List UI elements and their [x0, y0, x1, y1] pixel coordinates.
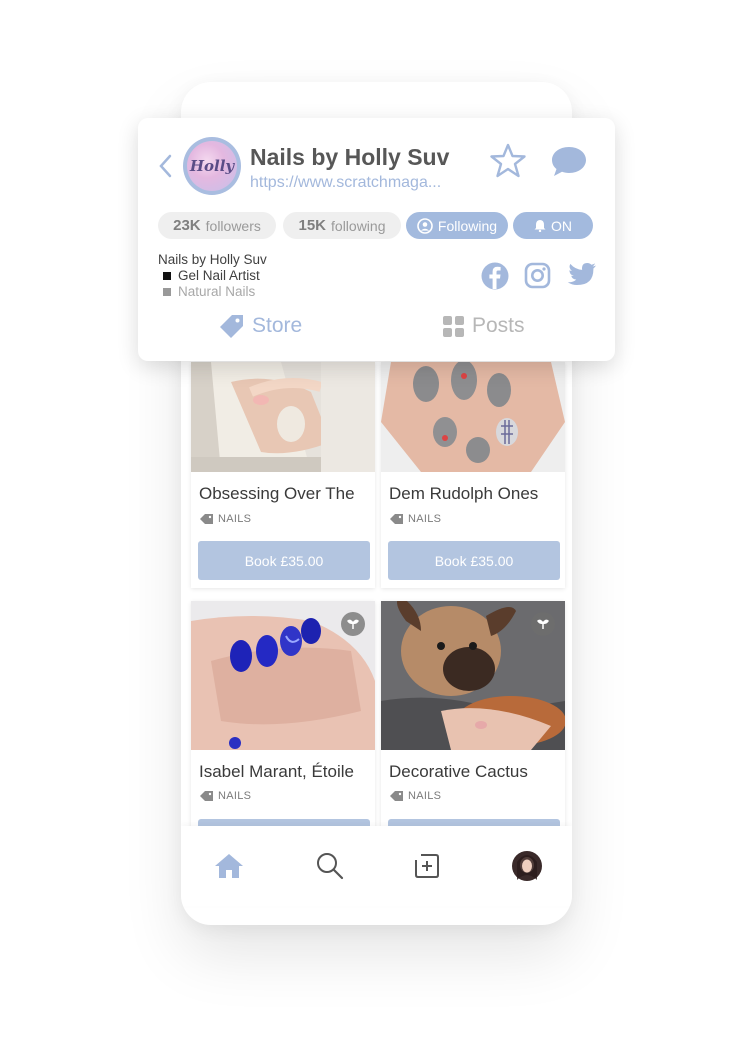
product-card[interactable]: Decorative Cactus NAILS	[381, 601, 565, 858]
tab-label: Posts	[472, 314, 525, 337]
product-title: Obsessing Over The	[199, 484, 355, 503]
following-stat[interactable]: 15K following	[283, 212, 401, 239]
tag-icon	[390, 514, 403, 524]
instagram-link[interactable]	[524, 262, 551, 294]
product-card[interactable]: Obsessing Over The NAILS Book £35.00	[191, 362, 375, 588]
message-button[interactable]	[550, 145, 588, 184]
bio-line: Gel Nail Artist	[178, 268, 260, 283]
facebook-link[interactable]	[481, 262, 509, 295]
notify-toggle[interactable]: ON	[513, 212, 593, 239]
product-tag: NAILS	[200, 513, 251, 525]
bio-line: Natural Nails	[178, 284, 256, 299]
product-card[interactable]: Isabel Marant, Étoile NAILS	[191, 601, 375, 858]
product-tag: NAILS	[390, 790, 441, 802]
product-tag-label: NAILS	[218, 513, 252, 525]
user-check-icon	[417, 217, 433, 234]
product-photo[interactable]	[191, 362, 375, 472]
product-tag-label: NAILS	[408, 790, 442, 802]
product-tag: NAILS	[200, 790, 251, 802]
notify-label: ON	[551, 217, 572, 234]
tag-icon	[200, 791, 213, 801]
profile-url[interactable]: https://www.scratchmaga...	[250, 174, 482, 192]
following-button-label: Following	[437, 217, 498, 234]
profile-bio: Nails by Holly Suv Gel Nail Artist Natur…	[158, 252, 267, 300]
chat-bubble-icon	[552, 147, 586, 176]
nav-home[interactable]	[211, 848, 247, 884]
add-post-icon	[415, 854, 439, 878]
bio-list-item: Natural Nails	[163, 284, 267, 300]
featured-badge-icon	[531, 612, 555, 636]
facebook-icon	[481, 262, 509, 290]
product-photo[interactable]	[381, 601, 565, 750]
tab-store[interactable]: Store	[220, 314, 302, 338]
chevron-left-icon	[159, 154, 172, 178]
profile-avatar	[512, 851, 542, 881]
product-tag-label: NAILS	[218, 790, 252, 802]
tag-icon	[220, 315, 243, 338]
profile-header: Holly Nails by Holly Suv https://www.scr…	[138, 118, 615, 361]
avatar-logo-text: Holly	[189, 157, 235, 175]
bell-icon	[534, 220, 546, 232]
tab-label: Store	[252, 314, 303, 337]
following-button[interactable]: Following	[406, 212, 508, 239]
instagram-icon	[524, 262, 551, 289]
bio-line: Nails by Holly Suv	[158, 252, 267, 267]
nav-profile[interactable]	[509, 848, 545, 884]
nav-search[interactable]	[312, 848, 348, 884]
product-title: Isabel Marant, Étoile	[199, 762, 354, 781]
back-button[interactable]	[158, 154, 172, 183]
twitter-link[interactable]	[567, 262, 597, 293]
product-photo[interactable]	[381, 362, 565, 472]
bottom-navigation	[181, 826, 572, 906]
grid-icon	[443, 315, 464, 337]
bio-list-item: Gel Nail Artist	[163, 268, 267, 284]
followers-label: followers	[205, 217, 261, 234]
twitter-icon	[567, 263, 596, 285]
book-button[interactable]: Book £35.00	[198, 541, 370, 580]
bullet-icon	[163, 288, 171, 296]
home-icon	[215, 854, 243, 878]
product-photo[interactable]	[191, 601, 375, 750]
tag-icon	[200, 514, 213, 524]
product-title: Dem Rudolph Ones	[389, 484, 539, 503]
followers-count: 23K	[173, 217, 201, 234]
profile-avatar[interactable]: Holly	[183, 137, 241, 195]
book-button[interactable]: Book £35.00	[388, 541, 560, 580]
product-tag-label: NAILS	[408, 513, 442, 525]
tag-icon	[390, 791, 403, 801]
tab-posts[interactable]: Posts	[443, 314, 525, 338]
following-label: following	[331, 217, 386, 234]
following-count: 15K	[298, 217, 327, 234]
star-icon	[490, 143, 526, 178]
product-tag: NAILS	[390, 513, 441, 525]
product-title: Decorative Cactus	[389, 762, 528, 781]
search-icon	[317, 853, 344, 880]
bullet-icon	[163, 272, 171, 280]
followers-stat[interactable]: 23K followers	[158, 212, 276, 239]
nav-add-post[interactable]	[409, 848, 445, 884]
product-card[interactable]: Dem Rudolph Ones NAILS Book £35.00	[381, 362, 565, 588]
avatar-logo: Holly	[187, 141, 237, 191]
favorite-button[interactable]	[489, 143, 527, 184]
featured-badge-icon	[341, 612, 365, 636]
profile-name: Nails by Holly Suv	[250, 144, 450, 170]
